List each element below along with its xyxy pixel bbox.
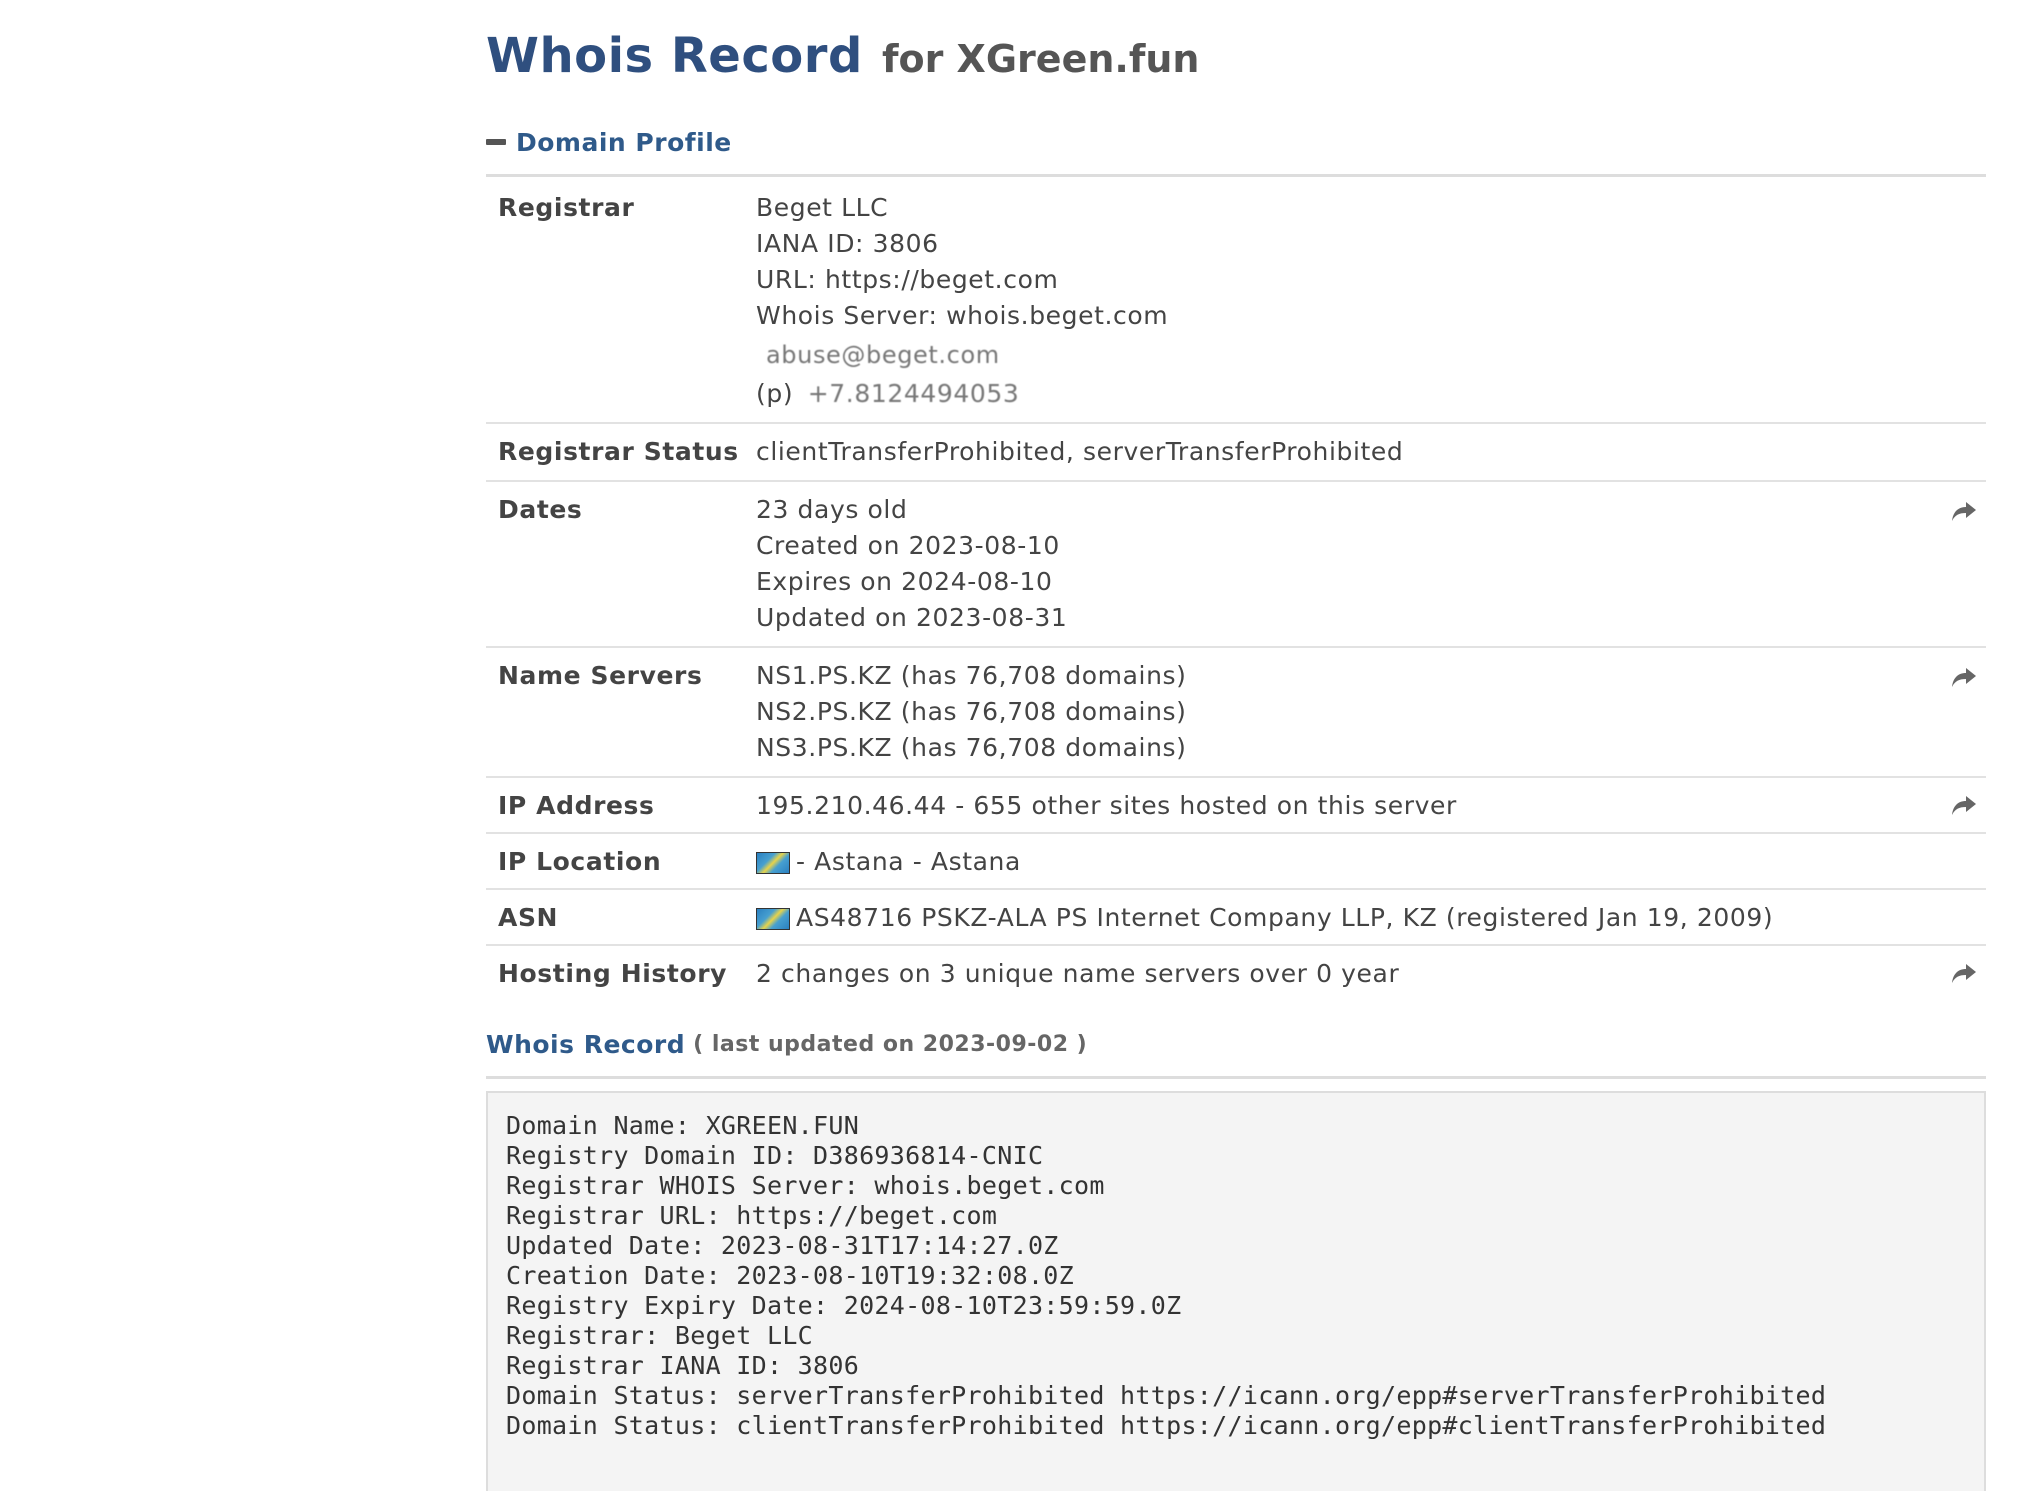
minus-icon <box>486 139 506 145</box>
whois-page: Whois Record for XGreen.fun Domain Profi… <box>486 0 1986 1491</box>
raw-whois-text: Domain Name: XGREEN.FUN Registry Domain … <box>486 1091 1986 1491</box>
created-date: Created on 2023-08-10 <box>756 531 1060 560</box>
hosting-history-label: Hosting History <box>498 959 728 988</box>
registrar-status-label: Registrar Status <box>498 437 739 466</box>
dates-value: 23 days old Created on 2023-08-10 Expire… <box>756 492 1986 636</box>
asn-cell: AS48716 PSKZ-ALA PS Internet Company LLP… <box>756 900 1986 936</box>
page-title: Whois Record for XGreen.fun <box>486 0 1986 86</box>
registrar-name: Beget LLC <box>756 193 889 222</box>
registrar-iana-id: IANA ID: 3806 <box>756 229 939 258</box>
name-servers-row: Name Servers NS1.PS.KZ (has 76,708 domai… <box>486 648 1986 778</box>
expires-date: Expires on 2024-08-10 <box>756 567 1053 596</box>
page-title-main: Whois Record <box>486 28 863 84</box>
kazakhstan-flag-icon <box>756 852 790 874</box>
hosting-history-row: Hosting History 2 changes on 3 unique na… <box>486 946 1986 1000</box>
share-arrow-icon[interactable] <box>1950 500 1976 524</box>
raw-line: Creation Date: 2023-08-10T19:32:08.0Z <box>506 1261 1074 1290</box>
raw-line: Registrar: Beget LLC <box>506 1321 814 1350</box>
registrar-status-row: Registrar Status clientTransferProhibite… <box>486 424 1986 482</box>
domain-age: 23 days old <box>756 495 908 524</box>
share-arrow-icon[interactable] <box>1950 666 1976 690</box>
registrar-url: URL: https://beget.com <box>756 265 1059 294</box>
ip-location-cell: - Astana - Astana <box>756 844 1986 880</box>
ip-location-label: IP Location <box>498 847 662 876</box>
name-servers-value: NS1.PS.KZ (has 76,708 domains) NS2.PS.KZ… <box>756 658 1986 766</box>
raw-line: Updated Date: 2023-08-31T17:14:27.0Z <box>506 1231 1059 1260</box>
ip-location-line: - Astana - Astana <box>756 844 1986 880</box>
domain-profile-label: Domain Profile <box>516 127 732 157</box>
registrar-email-line: abuse@beget.com <box>756 334 1986 376</box>
registrar-phone-line: (p) +7.8124494053 <box>756 376 1986 412</box>
registrar-status-cell: clientTransferProhibited, serverTransfer… <box>756 434 1986 470</box>
raw-line: Domain Status: serverTransferProhibited … <box>506 1381 1827 1410</box>
raw-line: Registrar IANA ID: 3806 <box>506 1351 860 1380</box>
whois-record-updated: ( last updated on 2023-09-02 ) <box>693 1031 1088 1057</box>
registrar-value: Beget LLC IANA ID: 3806 URL: https://beg… <box>756 190 1986 412</box>
asn-line: AS48716 PSKZ-ALA PS Internet Company LLP… <box>756 900 1986 936</box>
raw-line: Registrar URL: https://beget.com <box>506 1201 998 1230</box>
ip-address-row: IP Address 195.210.46.44 - 655 other sit… <box>486 778 1986 834</box>
hosting-history-value[interactable]: 2 changes on 3 unique name servers over … <box>756 956 1986 992</box>
updated-date: Updated on 2023-08-31 <box>756 603 1068 632</box>
share-arrow-icon[interactable] <box>1950 962 1976 986</box>
hosting-history-cell: 2 changes on 3 unique name servers over … <box>756 956 1986 992</box>
ip-address-label: IP Address <box>498 791 655 820</box>
name-server-2[interactable]: NS2.PS.KZ (has 76,708 domains) <box>756 694 1986 730</box>
whois-record-label: Whois Record <box>486 1029 686 1059</box>
registrar-row: Registrar Beget LLC IANA ID: 3806 URL: h… <box>486 177 1986 424</box>
name-server-3[interactable]: NS3.PS.KZ (has 76,708 domains) <box>756 730 1986 766</box>
ip-address-cell: 195.210.46.44 - 655 other sites hosted o… <box>756 788 1986 824</box>
raw-line: Domain Name: XGREEN.FUN <box>506 1111 860 1140</box>
domain-profile-toggle[interactable]: Domain Profile <box>486 120 1986 177</box>
whois-record-header: Whois Record ( last updated on 2023-09-0… <box>486 1022 1986 1079</box>
raw-line: Registrar WHOIS Server: whois.beget.com <box>506 1171 1105 1200</box>
name-server-1[interactable]: NS1.PS.KZ (has 76,708 domains) <box>756 658 1986 694</box>
asn-value: AS48716 PSKZ-ALA PS Internet Company LLP… <box>796 903 1774 932</box>
domain-profile-table: Registrar Beget LLC IANA ID: 3806 URL: h… <box>486 177 1986 1000</box>
dates-row: Dates 23 days old Created on 2023-08-10 … <box>486 482 1986 648</box>
page-title-domain: for XGreen.fun <box>881 37 1200 81</box>
raw-line: Registry Domain ID: D386936814-CNIC <box>506 1141 1044 1170</box>
registrar-status-value: clientTransferProhibited, serverTransfer… <box>756 437 1404 466</box>
share-arrow-icon[interactable] <box>1950 794 1976 818</box>
dates-label: Dates <box>498 495 583 524</box>
raw-line: Registry Expiry Date: 2024-08-10T23:59:5… <box>506 1291 1182 1320</box>
name-servers-label: Name Servers <box>498 661 703 690</box>
phone-prefix: (p) <box>756 379 794 408</box>
registrar-email: abuse@beget.com <box>766 341 1000 369</box>
raw-line: Domain Status: clientTransferProhibited … <box>506 1411 1827 1440</box>
asn-label: ASN <box>498 903 559 932</box>
ip-address-value[interactable]: 195.210.46.44 - 655 other sites hosted o… <box>756 788 1986 824</box>
registrar-phone: +7.8124494053 <box>807 379 1020 408</box>
ip-location-row: IP Location - Astana - Astana <box>486 834 1986 890</box>
kazakhstan-flag-icon <box>756 908 790 930</box>
registrar-label: Registrar <box>498 193 635 222</box>
asn-row: ASN AS48716 PSKZ-ALA PS Internet Company… <box>486 890 1986 946</box>
registrar-whois-server: Whois Server: whois.beget.com <box>756 301 1169 330</box>
ip-location-value: - Astana - Astana <box>796 847 1021 876</box>
